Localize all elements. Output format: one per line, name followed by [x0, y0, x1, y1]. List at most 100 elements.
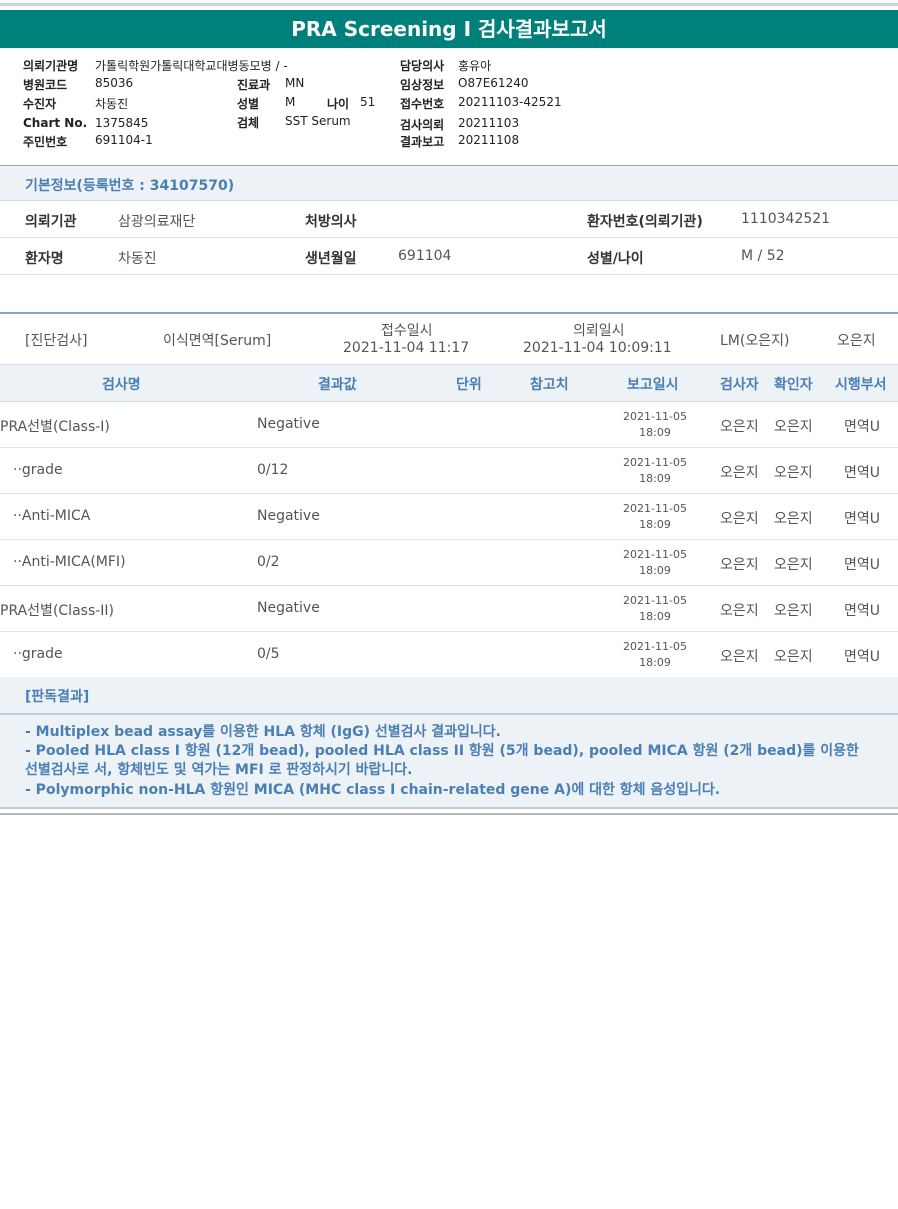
- chart-no-label: Chart No.: [23, 116, 88, 130]
- tester: 오은지: [720, 649, 759, 665]
- report-time: 2021-11-05 18:09: [620, 639, 690, 671]
- col-name-header: 검사명: [102, 377, 141, 393]
- institution-label: 의뢰기관명: [23, 59, 79, 73]
- col-reference-header: 참고치: [530, 377, 569, 393]
- test-request-value: 20211103: [458, 116, 520, 130]
- confirmer: 오은지: [774, 649, 813, 665]
- basic-info-title: 기본정보(등록번호 : 34107570): [25, 178, 235, 194]
- col-department-header: 시행부서: [835, 377, 887, 393]
- report-title: PRA Screening I 검사결과보고서: [0, 10, 898, 48]
- request-time-value: 2021-11-04 10:09:11: [523, 340, 672, 356]
- birth-label: 생년월일: [305, 251, 357, 267]
- birth-value: 691104: [398, 248, 452, 264]
- basic-info-row-2: 환자명 차동진 생년월일 691104 성별/나이 M / 52: [0, 238, 898, 275]
- department: 면역U: [844, 603, 881, 619]
- report-time: 2021-11-05 18:09: [620, 593, 690, 625]
- tester: 오은지: [720, 465, 759, 481]
- clinical-info-label: 임상정보: [400, 78, 445, 92]
- confirmer: 오은지: [774, 511, 813, 527]
- table-row: ··grade 0/5 2021-11-05 18:09 오은지 오은지 면역U: [0, 632, 898, 678]
- report-clock: 18:09: [639, 610, 671, 623]
- header-info: 의뢰기관명 가톨릭학원가톨릭대학교대병동모병 / - 병원코드 85036 수진…: [0, 55, 898, 160]
- tester: 오은지: [720, 603, 759, 619]
- resident-no-value: 691104-1: [95, 133, 153, 147]
- receipt-no-label: 접수번호: [400, 97, 445, 111]
- table-row: PRA선별(Class-II) Negative 2021-11-05 18:09…: [0, 586, 898, 632]
- receipt-no-value: 20211103-42521: [458, 95, 562, 109]
- diagnosis-test: 이식면역[Serum]: [163, 333, 272, 349]
- report-time: 2021-11-05 18:09: [620, 501, 690, 533]
- report-date: 2021-11-05: [623, 548, 687, 561]
- receipt-time-label: 접수일시: [381, 323, 433, 339]
- department-label: 진료과: [237, 78, 271, 92]
- test-result: 0/12: [257, 462, 289, 478]
- basic-info-bar: 기본정보(등록번호 : 34107570): [0, 166, 898, 201]
- col-report-time-header: 보고일시: [627, 377, 679, 393]
- confirmer: 오은지: [774, 557, 813, 573]
- hospital-code-value: 85036: [95, 76, 134, 90]
- sex-value: M: [285, 95, 296, 109]
- sex-age-value: M / 52: [741, 248, 785, 264]
- patient-no-label: 환자번호(의뢰기관): [587, 214, 703, 230]
- test-name: ··Anti-MICA: [13, 508, 91, 524]
- patient-name-label: 환자명: [25, 251, 64, 267]
- hospital-code-label: 병원코드: [23, 78, 68, 92]
- test-name: ··Anti-MICA(MFI): [13, 554, 126, 570]
- department: 면역U: [844, 649, 881, 665]
- doctor-label: 담당의사: [400, 59, 445, 73]
- bottom-divider: [0, 813, 898, 815]
- tester: 오은지: [720, 511, 759, 527]
- institution-value: 삼광의료재단: [118, 214, 196, 230]
- col-result-header: 결과값: [318, 377, 357, 393]
- institution-value: 가톨릭학원가톨릭대학교대병동모병 / -: [95, 59, 288, 73]
- results-table-header: 검사명 결과값 단위 참고치 보고일시 검사자 확인자 시행부서: [0, 364, 898, 402]
- resident-no-label: 주민번호: [23, 135, 68, 149]
- report-date: 2021-11-05: [623, 410, 687, 423]
- test-name: ··grade: [13, 462, 63, 478]
- test-name: ··grade: [13, 646, 63, 662]
- receiver-label: 수진자: [23, 97, 57, 111]
- doctor-value: 홍유아: [458, 59, 492, 73]
- institution-label: 의뢰기관: [25, 214, 77, 230]
- confirmer: 오은지: [774, 603, 813, 619]
- report-clock: 18:09: [639, 656, 671, 669]
- test-request-label: 검사의뢰: [400, 118, 445, 132]
- specimen-value: SST Serum: [285, 114, 351, 128]
- test-result: 0/2: [257, 554, 280, 570]
- diagnosis-row: [진단검사] 이식면역[Serum] 접수일시 2021-11-04 11:17…: [0, 314, 898, 364]
- age-label: 나이: [327, 97, 350, 111]
- report-date: 2021-11-05: [623, 640, 687, 653]
- interpretation-line-3: - Polymorphic non-HLA 항원인 MICA (MHC clas…: [25, 782, 721, 798]
- receiver-value: 차동진: [95, 97, 129, 111]
- report-date: 2021-11-05: [623, 456, 687, 469]
- tester: 오은지: [720, 419, 759, 435]
- department: 면역U: [844, 419, 881, 435]
- confirmer: 오은지: [774, 465, 813, 481]
- table-row: ··Anti-MICA(MFI) 0/2 2021-11-05 18:09 오은지…: [0, 540, 898, 586]
- patient-no-value: 1110342521: [741, 211, 831, 227]
- interpretation-header: [판독결과]: [0, 677, 898, 715]
- report-date: 2021-11-05: [623, 502, 687, 515]
- test-result: 0/5: [257, 646, 280, 662]
- interpretation-line-1: - Multiplex bead assay를 이용한 HLA 항체 (IgG)…: [25, 724, 501, 740]
- interpretation-title: [판독결과]: [25, 689, 90, 705]
- report-clock: 18:09: [639, 564, 671, 577]
- col-tester-header: 검사자: [720, 377, 759, 393]
- tester: 오은지: [720, 557, 759, 573]
- diagnosis-category: [진단검사]: [25, 333, 88, 349]
- interpretation-line-2: - Pooled HLA class I 항원 (12개 bead), pool…: [25, 743, 859, 778]
- lm-value: LM(오은지): [720, 333, 790, 349]
- department: 면역U: [844, 511, 881, 527]
- top-divider: [0, 3, 898, 6]
- prescriber-label: 처방의사: [305, 214, 357, 230]
- chart-no-value: 1375845: [95, 116, 149, 130]
- report-clock: 18:09: [639, 472, 671, 485]
- request-time-label: 의뢰일시: [573, 323, 625, 339]
- table-row: PRA선별(Class-I) Negative 2021-11-05 18:09 …: [0, 402, 898, 448]
- test-name: PRA선별(Class-I): [0, 419, 110, 435]
- confirmer: 오은지: [774, 419, 813, 435]
- test-result: Negative: [257, 508, 320, 524]
- department: 면역U: [844, 465, 881, 481]
- department: 면역U: [844, 557, 881, 573]
- test-result: Negative: [257, 600, 320, 616]
